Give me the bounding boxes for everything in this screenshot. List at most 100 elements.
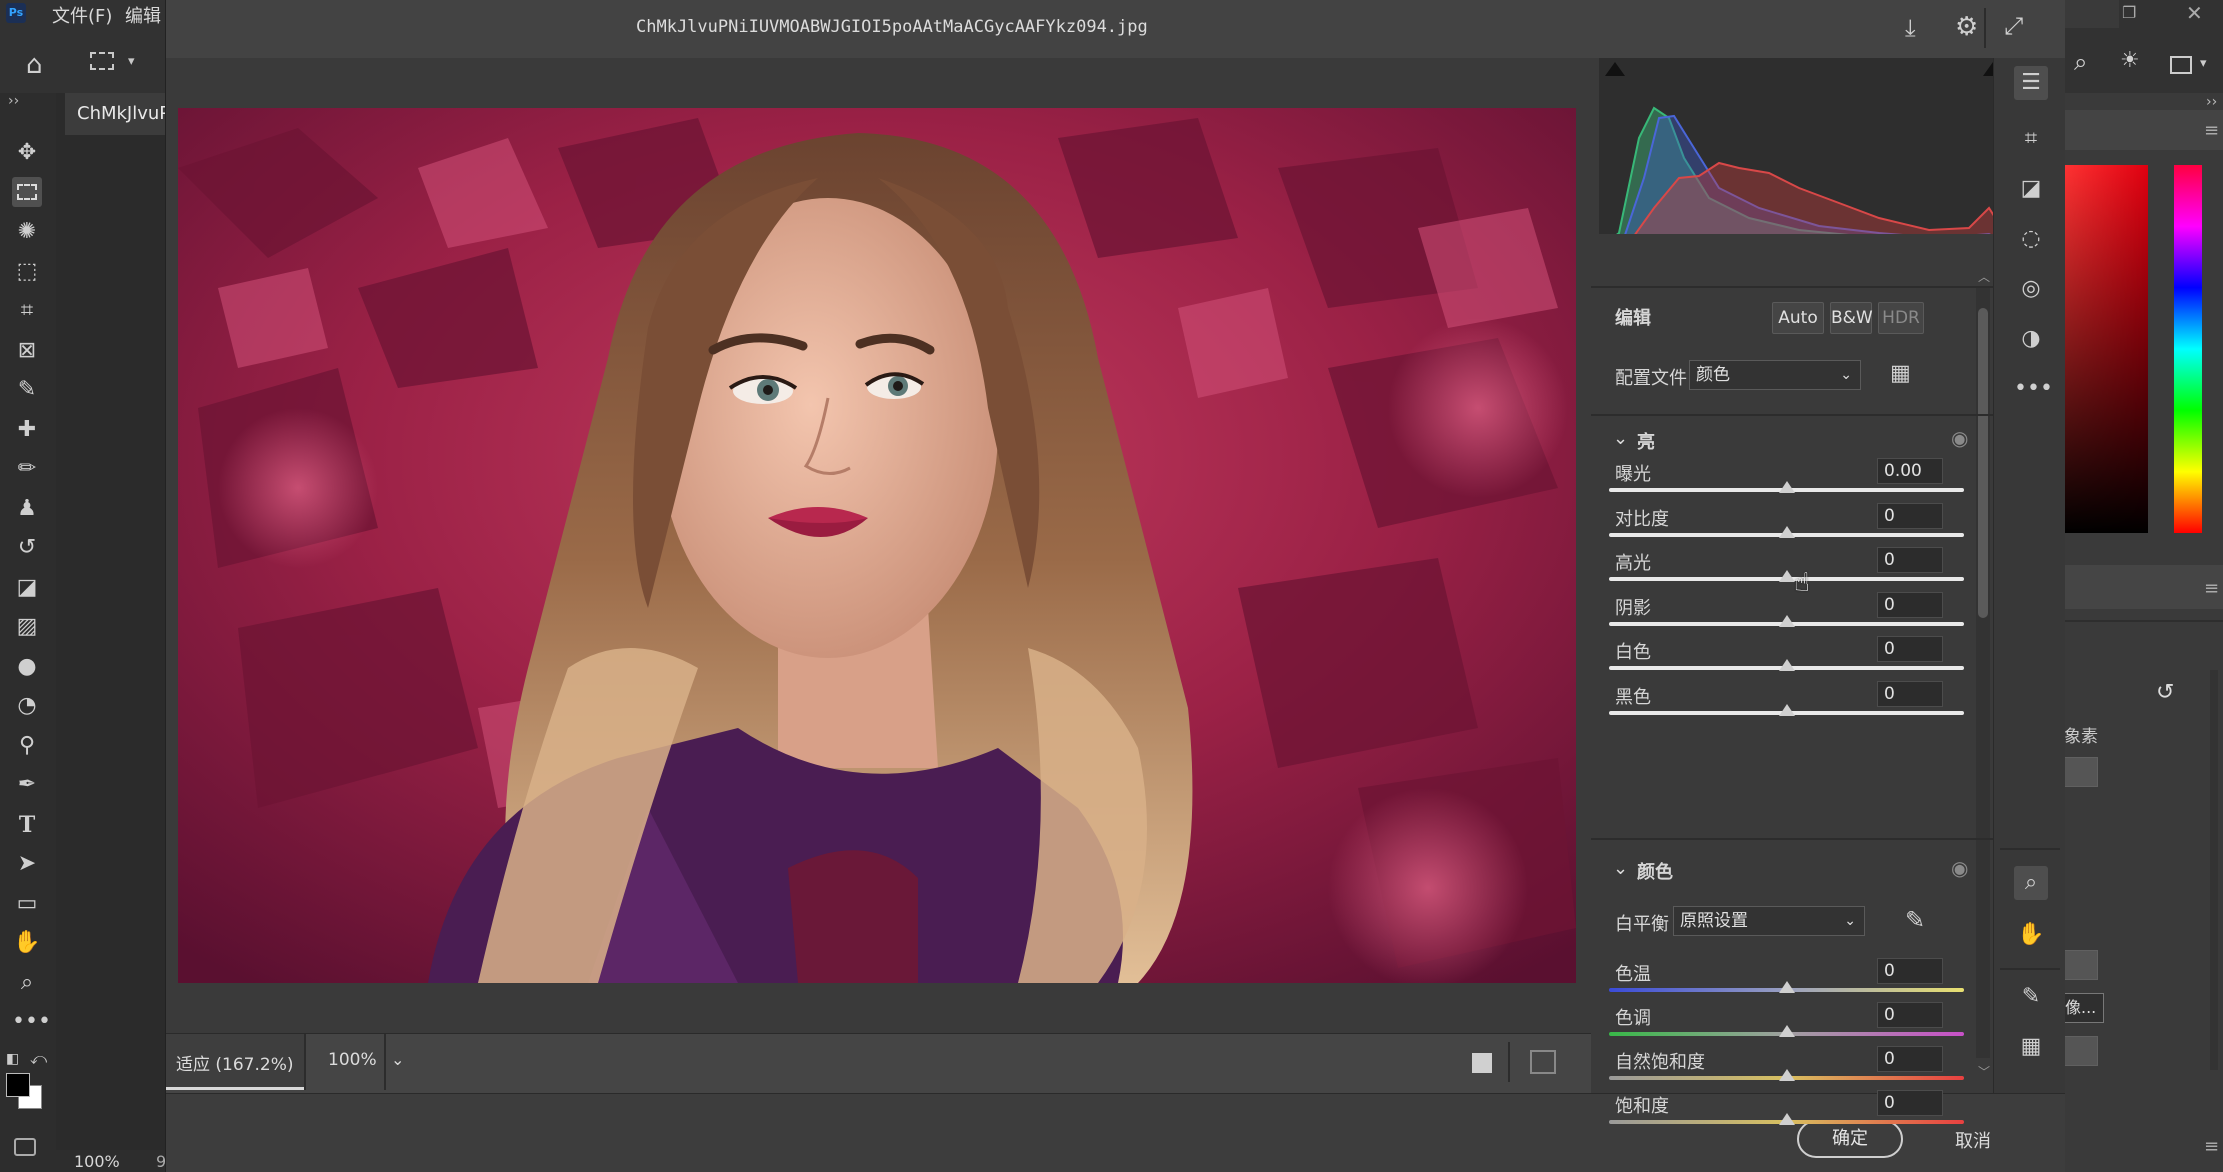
sponge-tool-icon[interactable]: ⚲ [12,731,42,761]
menu-edit[interactable]: 编辑 [125,2,161,28]
menu-file[interactable]: 文件(F) [52,2,112,28]
slider-value-input[interactable]: 0 [1877,547,1943,573]
slider-value-input[interactable]: 0.00 [1877,458,1943,484]
path-select-icon[interactable]: ➤ [12,849,42,879]
dodge-tool-icon[interactable]: ◔ [12,691,42,721]
chevron-down-icon[interactable]: ⌄ [391,1050,404,1069]
more-icon[interactable]: ••• [2014,372,2053,406]
chevron-down-icon[interactable]: ▾ [128,54,135,69]
bw-button[interactable]: B&W [1830,302,1873,334]
slider-value-input[interactable]: 0 [1877,1002,1943,1028]
swap-colors-icon[interactable]: ⤺ [30,1049,47,1069]
gear-icon[interactable]: ⚙ [1955,12,1978,42]
light-section-title[interactable]: 亮 [1637,428,1655,454]
zoom-100-button[interactable]: 100% [328,1050,377,1070]
slider-thumb[interactable] [1778,525,1795,538]
reset-icon[interactable]: ↺ [2156,680,2174,705]
panel-scrollbar[interactable] [1978,308,1988,618]
slider-thumb[interactable] [1778,481,1795,493]
slider-thumb[interactable] [1778,981,1795,993]
scroll-up-icon[interactable]: ︿ [1978,268,1990,285]
frame-tool-icon[interactable]: ⊠ [12,336,42,366]
red-eye-icon[interactable]: ◎ [2014,272,2048,306]
hand-tool-icon[interactable]: ✋ [12,928,42,958]
brush-tool-icon[interactable]: ✏ [12,454,42,484]
workspace-icon[interactable] [2170,56,2192,74]
eyedropper-icon[interactable]: ✎ [12,375,42,405]
slider-thumb[interactable] [1778,1069,1795,1081]
document-tab[interactable]: ChMkJlvuP [65,93,165,135]
type-tool-icon[interactable]: T [12,810,42,840]
expand-panels-icon[interactable]: ›› [2206,94,2217,110]
crop-icon[interactable]: ⌗ [2014,122,2048,156]
compare-view-icon[interactable] [1530,1050,1556,1074]
stamp-tool-icon[interactable]: ♟ [12,494,42,524]
cancel-button[interactable]: 取消 [1955,1127,1991,1153]
edit-sliders-icon[interactable]: ☰ [2014,66,2048,100]
move-tool-icon[interactable]: ✥ [12,138,42,168]
panel-menu-icon[interactable]: ≡ [2204,578,2219,599]
auto-button[interactable]: Auto [1772,302,1824,334]
search-icon[interactable]: ⌕ [2074,48,2087,76]
eyedropper-icon[interactable]: ✎ [1905,906,1925,934]
slider-value-input[interactable]: 0 [1877,958,1943,984]
slider-thumb[interactable] [1778,659,1795,671]
quick-mask-icon[interactable] [14,1138,36,1156]
scroll-down-icon[interactable]: ﹀ [1978,1063,1990,1080]
slider-thumb[interactable] [1778,614,1795,627]
fullscreen-icon[interactable]: ⤢ [2004,12,2023,40]
chevron-down-icon[interactable]: ▾ [2200,56,2207,71]
slider-value-input[interactable]: 0 [1877,1046,1943,1072]
close-window-icon[interactable]: ✕ [2186,1,2203,25]
save-image-icon[interactable]: ⤓ [1905,14,1916,42]
slider-thumb[interactable] [1778,570,1795,582]
slider-value-input[interactable]: 0 [1877,1090,1943,1116]
history-brush-icon[interactable]: ↺ [12,533,42,563]
eye-icon[interactable]: ◉ [1951,856,1968,880]
gradient-tool-icon[interactable]: ▨ [12,612,42,642]
ok-button[interactable]: 确定 [1797,1120,1903,1158]
marquee-preset-icon[interactable] [90,52,114,70]
slider-thumb[interactable] [1778,703,1795,716]
white-balance-select[interactable]: 原照设置 ⌄ [1673,906,1865,936]
healing-brush-icon[interactable]: ✚ [12,415,42,445]
pixel-button[interactable]: 像... [2064,993,2104,1023]
eye-icon[interactable]: ◉ [1951,426,1968,450]
profile-browser-icon[interactable]: ▦ [1890,363,1916,387]
slider-value-input[interactable]: 0 [1877,502,1943,529]
color-sampler-icon[interactable]: ✎ [2014,980,2048,1014]
quick-select-icon[interactable]: ✺ [12,217,42,247]
chevron-down-icon[interactable]: ⌄ [1613,858,1628,879]
mask-icon[interactable]: ◌ [2014,222,2048,256]
restore-window-icon[interactable]: ❐ [2122,3,2136,22]
blur-tool-icon[interactable]: ● [12,652,42,682]
slider-value-input[interactable]: 0 [1877,636,1943,662]
panel-menu-icon[interactable]: ≡ [2204,120,2219,141]
color-picker-field[interactable] [2064,165,2148,533]
lightbulb-icon[interactable]: ☀ [2120,48,2140,73]
foreground-color-swatch[interactable] [6,1073,30,1097]
single-view-icon[interactable] [1472,1053,1492,1073]
eraser-tool-icon[interactable]: ◪ [12,573,42,603]
hue-slider[interactable] [2174,165,2202,533]
slider-value-input[interactable]: 0 [1877,591,1943,618]
default-colors-icon[interactable]: ◧ [6,1051,19,1067]
crop-tool-icon[interactable]: ⌗ [12,296,42,326]
presets-icon[interactable]: ◑ [2014,322,2048,356]
rectangle-tool-icon[interactable]: ▭ [12,889,42,919]
panel-menu-icon[interactable]: ≡ [2204,1136,2219,1157]
collapse-icon[interactable]: ›› [8,93,19,109]
hdr-button[interactable]: HDR [1878,302,1924,334]
slider-thumb[interactable] [1778,1113,1795,1125]
pen-tool-icon[interactable]: ✒ [12,770,42,800]
marquee-tool-icon[interactable] [12,177,42,207]
chevron-down-icon[interactable]: ⌄ [1613,428,1628,449]
fit-zoom-button[interactable]: 适应 (167.2%) [166,1034,304,1090]
hand-icon[interactable]: ✋ [2014,918,2048,952]
slider-value-input[interactable]: 0 [1877,680,1943,707]
slider-thumb[interactable] [1778,1025,1795,1037]
zoom-tool-icon[interactable]: ⌕ [12,968,42,998]
object-select-icon[interactable]: ⬚ [12,257,42,287]
profile-select[interactable]: 颜色 ⌄ [1689,360,1861,390]
home-icon[interactable]: ⌂ [26,50,43,80]
